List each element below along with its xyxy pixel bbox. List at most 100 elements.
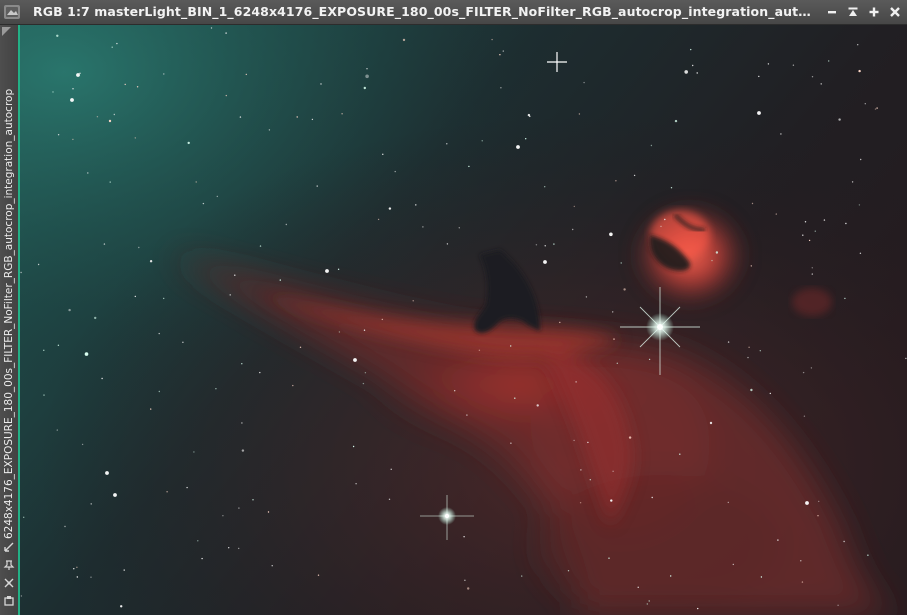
star [239, 116, 242, 118]
star [81, 443, 84, 446]
star [715, 251, 719, 254]
star [757, 111, 761, 115]
star [338, 331, 341, 333]
image-window: RGB 1:7 masterLight_BIN_1_6248x4176_EXPO… [0, 0, 907, 615]
star [585, 296, 588, 298]
star [514, 397, 516, 399]
star [510, 345, 512, 347]
star [620, 262, 622, 264]
star [76, 73, 80, 77]
resize-button[interactable] [0, 539, 18, 555]
star [149, 260, 153, 263]
window-menu-icon[interactable] [3, 3, 21, 21]
star [609, 232, 613, 237]
star [800, 560, 802, 562]
star [874, 108, 877, 110]
star [446, 243, 449, 245]
star [388, 498, 391, 500]
star [817, 515, 819, 517]
star [775, 213, 777, 215]
star [478, 349, 481, 351]
star [572, 228, 574, 231]
star [468, 165, 470, 168]
star [463, 536, 465, 538]
star [466, 414, 468, 416]
star [802, 234, 804, 236]
star [108, 119, 112, 123]
star [858, 204, 861, 206]
view-button[interactable] [0, 593, 18, 609]
star [195, 181, 197, 183]
star [120, 605, 123, 608]
star [864, 103, 866, 105]
star [57, 344, 60, 346]
pin-button[interactable] [0, 557, 18, 573]
close-button[interactable] [886, 4, 903, 20]
star [758, 75, 760, 78]
star [628, 436, 632, 439]
star [271, 565, 273, 567]
star [90, 576, 92, 578]
star [363, 329, 366, 331]
star [553, 243, 555, 245]
star [579, 502, 582, 504]
minimize-button[interactable] [823, 4, 840, 20]
star [422, 226, 424, 228]
star [225, 32, 227, 34]
star [646, 603, 648, 605]
star [292, 384, 294, 387]
star [299, 346, 302, 348]
star [747, 356, 749, 359]
star [679, 453, 681, 455]
star [43, 394, 45, 396]
star [510, 442, 512, 444]
star [589, 479, 591, 481]
identifier-strip[interactable]: 6248x4176_EXPOSURE_180_00s_FILTER_NoFilt… [0, 25, 20, 615]
star [72, 88, 74, 90]
star [664, 218, 666, 221]
maximize-button[interactable] [865, 4, 882, 20]
title-bar[interactable]: RGB 1:7 masterLight_BIN_1_6248x4176_EXPO… [0, 0, 907, 25]
star [23, 516, 25, 518]
star [238, 547, 240, 550]
star [828, 60, 830, 62]
strip-corner-icon [2, 27, 11, 36]
plus-icon [869, 7, 878, 17]
star [163, 297, 165, 300]
star [803, 415, 806, 417]
star [543, 260, 547, 264]
astro-image [20, 25, 907, 615]
image-viewport[interactable] [20, 25, 907, 615]
star [811, 273, 813, 275]
star [811, 267, 813, 269]
strip-tools [0, 539, 18, 611]
window-controls [823, 4, 903, 20]
star [352, 445, 355, 448]
star [138, 246, 140, 249]
star [684, 70, 688, 74]
star [690, 48, 692, 51]
star [193, 451, 195, 453]
star [481, 140, 483, 142]
star [446, 143, 448, 145]
star [767, 63, 770, 65]
star [202, 202, 205, 205]
star [573, 205, 575, 208]
star [363, 86, 366, 90]
star [516, 145, 520, 149]
star [20, 595, 23, 597]
star [210, 27, 213, 29]
star [851, 181, 854, 183]
mask-button[interactable] [0, 575, 18, 591]
star [760, 576, 763, 578]
shade-button[interactable] [844, 4, 861, 20]
minus-icon [827, 11, 836, 14]
star [228, 547, 230, 549]
star [458, 227, 460, 229]
star [499, 54, 501, 56]
star [68, 308, 71, 312]
star [234, 274, 236, 276]
star [845, 222, 847, 225]
star [123, 569, 125, 571]
star [136, 86, 139, 88]
